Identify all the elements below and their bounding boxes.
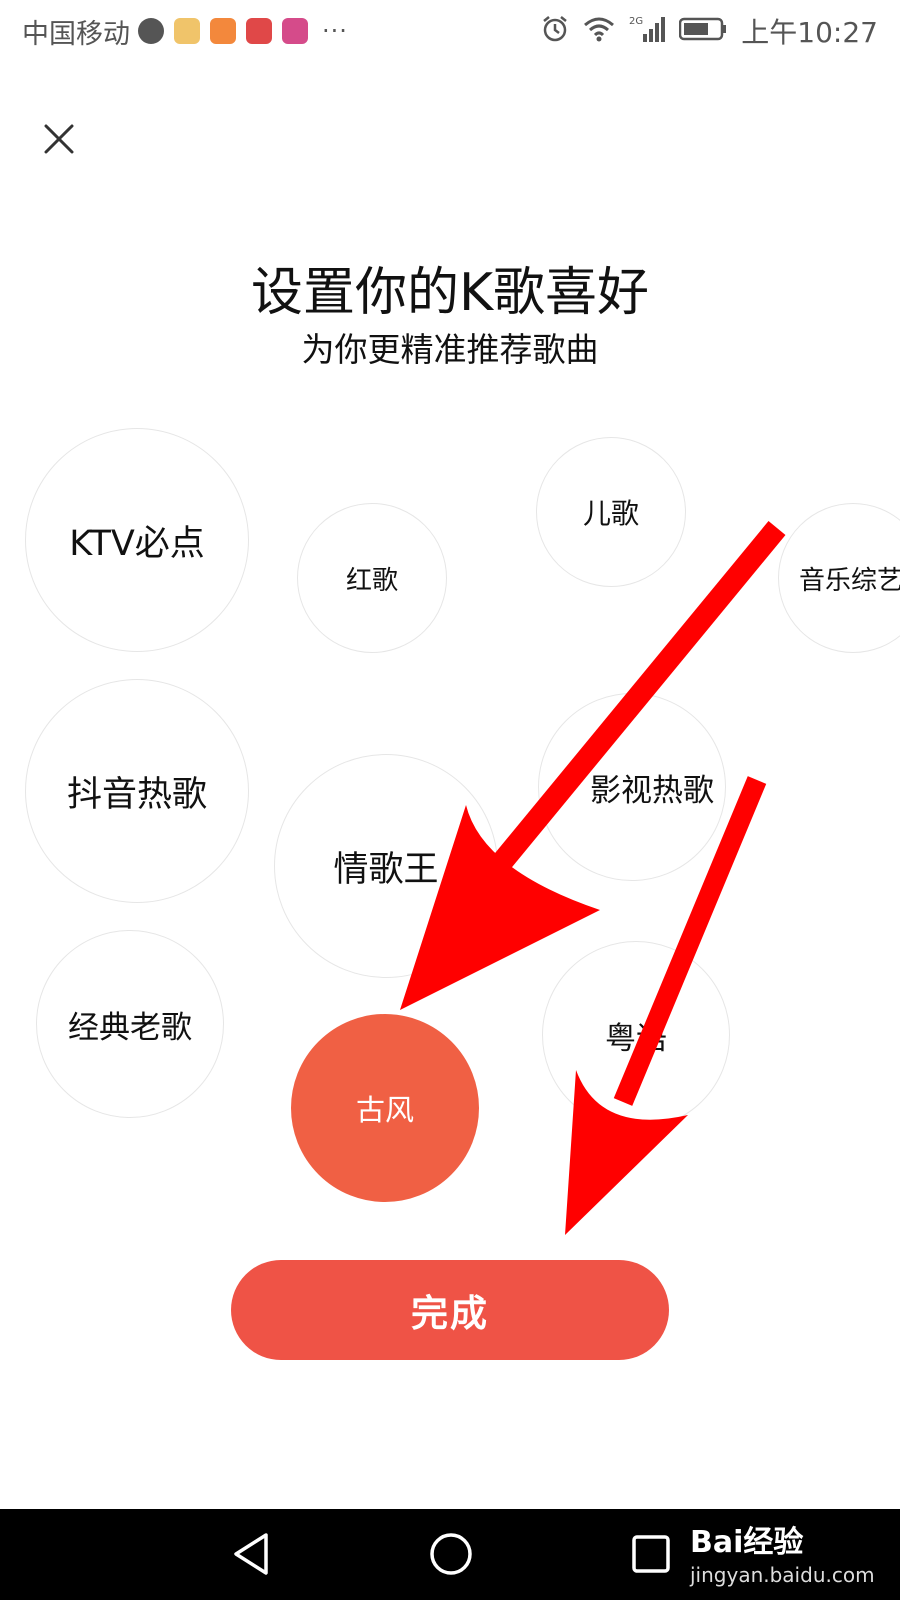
watermark-logo: Bai经验 xyxy=(690,1525,804,1560)
genre-bubble-film-tv-hits[interactable]: 影视热歌 xyxy=(538,693,726,881)
genre-label: 影视热歌 xyxy=(590,772,714,809)
more-notifications-icon: ··· xyxy=(322,17,348,45)
back-nav-button[interactable] xyxy=(228,1529,274,1579)
genre-bubble-music-variety[interactable]: 音乐综艺 xyxy=(778,503,900,653)
genre-label: 音乐综艺 xyxy=(799,565,900,596)
genre-label: 经典老歌 xyxy=(68,1009,192,1046)
back-triangle-icon xyxy=(234,1533,268,1575)
genre-bubble-cantonese[interactable]: 粤语 xyxy=(542,941,730,1129)
notification-app-icon xyxy=(138,18,164,44)
genre-label: 红歌 xyxy=(345,565,398,596)
genre-bubble-kids-songs[interactable]: 儿歌 xyxy=(536,437,686,587)
page-title: 设置你的K歌喜好 xyxy=(250,263,650,323)
clock-time: 上午10:27 xyxy=(741,16,878,49)
genre-label: KTV必点 xyxy=(69,523,205,564)
network-type-label: 2G xyxy=(629,16,643,27)
status-right: 2G 上午10:27 xyxy=(527,11,878,51)
genre-bubble-love-songs[interactable]: 情歌王 xyxy=(274,754,498,978)
signal-icon: 2G xyxy=(629,14,666,48)
close-button[interactable] xyxy=(40,120,78,158)
home-circle-icon xyxy=(430,1533,472,1575)
wifi-icon xyxy=(583,16,615,46)
notification-app-icon xyxy=(174,18,200,44)
genre-bubble-gufeng-selected[interactable]: 古风 xyxy=(291,1014,479,1202)
alarm-icon xyxy=(541,15,569,47)
notification-news-icon xyxy=(246,18,272,44)
done-button[interactable]: 完成 xyxy=(231,1260,669,1360)
notification-music-icon xyxy=(282,18,308,44)
watermark-url: jingyan.baidu.com xyxy=(690,1563,875,1587)
genre-label: 古风 xyxy=(355,1093,414,1127)
page-subtitle: 为你更精准推荐歌曲 xyxy=(301,330,599,369)
navigation-bar: Bai经验 jingyan.baidu.com xyxy=(0,1509,900,1600)
genre-label: 抖音热歌 xyxy=(66,774,207,815)
recent-apps-nav-button[interactable] xyxy=(628,1531,674,1577)
status-bar: 中国移动 ··· 2G 上午10:27 xyxy=(0,0,900,62)
notification-play-icon xyxy=(210,18,236,44)
genre-label: 情歌王 xyxy=(333,849,439,890)
recent-apps-square-icon xyxy=(632,1535,670,1573)
battery-icon xyxy=(679,16,727,46)
genre-label: 儿歌 xyxy=(582,497,639,530)
genre-bubble-red-songs[interactable]: 红歌 xyxy=(297,503,447,653)
genre-bubble-ktv[interactable]: KTV必点 xyxy=(25,428,249,652)
home-nav-button[interactable] xyxy=(428,1529,474,1579)
genre-bubble-classic-oldies[interactable]: 经典老歌 xyxy=(36,930,224,1118)
carrier-label: 中国移动 xyxy=(22,18,130,50)
genre-label: 粤语 xyxy=(605,1020,667,1057)
close-icon xyxy=(44,124,74,154)
genre-bubble-douyin-hits[interactable]: 抖音热歌 xyxy=(25,679,249,903)
status-left: 中国移动 ··· xyxy=(22,12,348,51)
